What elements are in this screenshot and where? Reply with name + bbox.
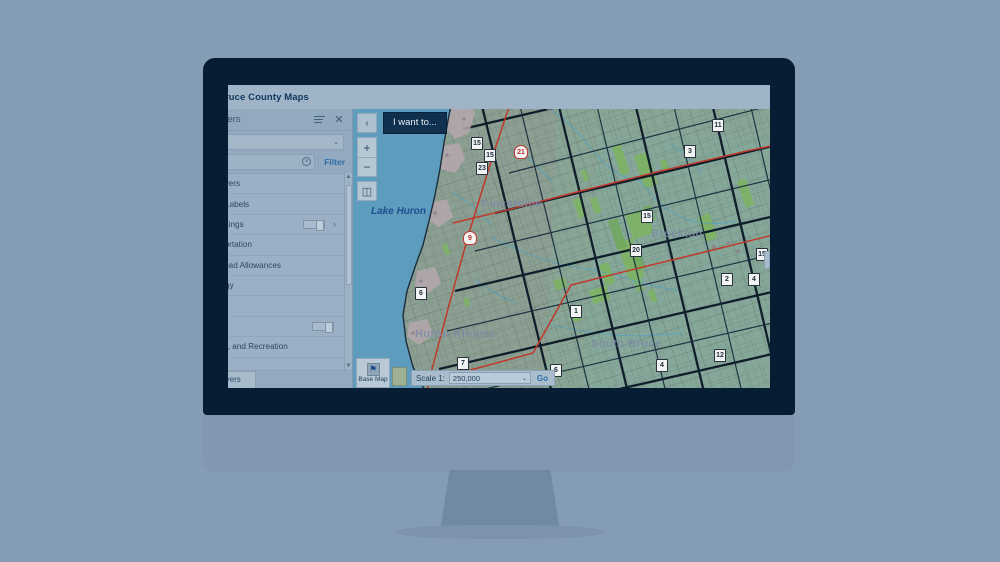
app-window: Bruce County Maps Layers ✕ ⌄ — [228, 85, 770, 388]
monitor-screen: Bruce County Maps Layers ✕ ⌄ — [228, 85, 770, 388]
highway-shield[interactable]: 7 — [457, 357, 469, 370]
monitor-stand-neck — [440, 470, 560, 532]
hamburger-icon[interactable] — [314, 115, 325, 124]
list-item[interactable]: ...nd Road Allowances — [228, 256, 344, 276]
highway-shield[interactable]: 15 — [641, 210, 653, 223]
layers-panel-header: Layers ✕ — [228, 109, 352, 131]
layers-panel: Layers ✕ ⌄ × — [228, 109, 353, 388]
clear-icon[interactable]: × — [302, 157, 312, 166]
scroll-down-icon[interactable]: ▼ — [346, 363, 352, 369]
list-item[interactable]: ...te Listings › — [228, 215, 344, 236]
list-item[interactable]: ...Map Labels — [228, 194, 344, 215]
layer-item-label: ...nd Road Allowances — [228, 260, 282, 270]
highway-shield[interactable]: 1 — [570, 305, 582, 318]
bookmark-icon[interactable]: ◫ — [357, 181, 377, 201]
layer-item-label: ...Parks, and Recreation — [228, 342, 288, 352]
list-item[interactable]: ...a — [228, 296, 344, 317]
highway-shield[interactable]: 4 — [748, 273, 760, 286]
collapse-panel-button[interactable]: ‹ — [357, 113, 377, 133]
highway-shield[interactable]: 15 — [471, 137, 483, 150]
map-pin-icon: ⚑ — [366, 362, 380, 376]
scale-value: 250,000 — [452, 373, 481, 383]
base-map-button[interactable]: ⚑ Base Map — [356, 358, 390, 388]
layer-visibility-toggle[interactable] — [303, 219, 325, 231]
map-tools: ‹ + − ◫ — [357, 113, 377, 201]
app-body: Layers ✕ ⌄ × — [228, 109, 770, 388]
layer-theme-select[interactable]: ⌄ — [228, 134, 344, 150]
chevron-down-icon: ⌄ — [521, 375, 527, 382]
highway-shield[interactable]: 11 — [712, 119, 724, 132]
highway-shield[interactable]: 23 — [476, 162, 488, 175]
list-item[interactable]: ...al Layers — [228, 174, 344, 195]
i-want-to-button[interactable]: I want to... — [383, 112, 447, 134]
highway-shield[interactable]: 12 — [714, 349, 726, 362]
layers-filter-row: × Filter — [228, 152, 352, 173]
monitor-chin — [203, 415, 795, 473]
scrollbar-thumb[interactable] — [346, 185, 352, 285]
layer-item-label: ...s — [228, 322, 312, 331]
layers-list: ...al Layers ...Map Labels ...te Listings ›… — [228, 173, 344, 370]
zoom-in-button[interactable]: + — [357, 137, 377, 157]
filter-button[interactable]: Filter — [318, 154, 350, 169]
highway-shield[interactable]: 9 — [463, 231, 477, 245]
monitor-stand-base — [395, 525, 605, 539]
tab-layers[interactable]: ...yers — [228, 371, 256, 388]
filter-input[interactable]: × — [228, 153, 316, 170]
layer-item-label: ...te Listings — [228, 219, 244, 229]
map-canvas[interactable]: Lake Huron Kincardine Brockton South-Bru… — [353, 109, 770, 388]
scale-select[interactable]: 250,000 ⌄ — [448, 372, 531, 384]
base-map-label: Base Map — [358, 375, 388, 383]
layer-item-label: ...ansportation — [228, 240, 252, 250]
layers-panel-title: Layers — [228, 114, 241, 125]
scale-bar: Scale 1: 250,000 ⌄ Go — [411, 370, 556, 386]
list-item[interactable]: ...Parks, and Recreation — [228, 337, 344, 358]
highway-shield[interactable]: 3 — [684, 145, 696, 158]
overview-map-thumbnail[interactable] — [392, 367, 407, 386]
highway-shield[interactable]: 6 — [415, 287, 427, 300]
page-title: Bruce County Maps — [228, 91, 309, 103]
app-titlebar: Bruce County Maps — [228, 85, 770, 109]
layers-theme-select-row: ⌄ — [228, 131, 352, 152]
right-panel-handle[interactable] — [764, 251, 770, 269]
layer-item-label: ...a — [228, 302, 339, 311]
chevron-down-icon: ⌄ — [333, 139, 339, 146]
map-area[interactable]: Lake Huron Kincardine Brockton South-Bru… — [353, 109, 770, 388]
layers-scrollbar[interactable]: ▲ ▼ — [344, 173, 352, 370]
monitor-assembly: Bruce County Maps Layers ✕ ⌄ — [0, 0, 1000, 562]
land-geometry — [402, 109, 770, 388]
layers-panel-footer: ...yers — [228, 370, 352, 388]
go-button[interactable]: Go — [535, 374, 550, 383]
layer-item-label: ...Map Labels — [228, 199, 250, 209]
highway-shield[interactable]: 2 — [721, 273, 733, 286]
layers-list-wrap: ...al Layers ...Map Labels ...te Listings ›… — [228, 173, 352, 370]
list-item[interactable]: ...s — [228, 317, 344, 338]
list-item[interactable]: ...ansportation — [228, 235, 344, 256]
list-item[interactable]: ...drology — [228, 276, 344, 297]
scale-label: Scale 1: — [416, 373, 445, 383]
layer-item-label: ...al Layers — [228, 179, 241, 189]
highway-shield[interactable]: 20 — [630, 244, 642, 257]
layer-item-label: ...drology — [228, 281, 234, 291]
chevron-right-icon[interactable]: › — [330, 219, 339, 229]
highway-shield[interactable]: 21 — [514, 145, 528, 159]
scroll-up-icon[interactable]: ▲ — [346, 174, 352, 180]
close-icon[interactable]: ✕ — [332, 113, 346, 126]
layer-visibility-toggle[interactable] — [312, 321, 334, 333]
highway-shield[interactable]: 15 — [484, 149, 496, 162]
highway-shield[interactable]: 4 — [656, 359, 668, 372]
zoom-out-button[interactable]: − — [357, 157, 377, 177]
